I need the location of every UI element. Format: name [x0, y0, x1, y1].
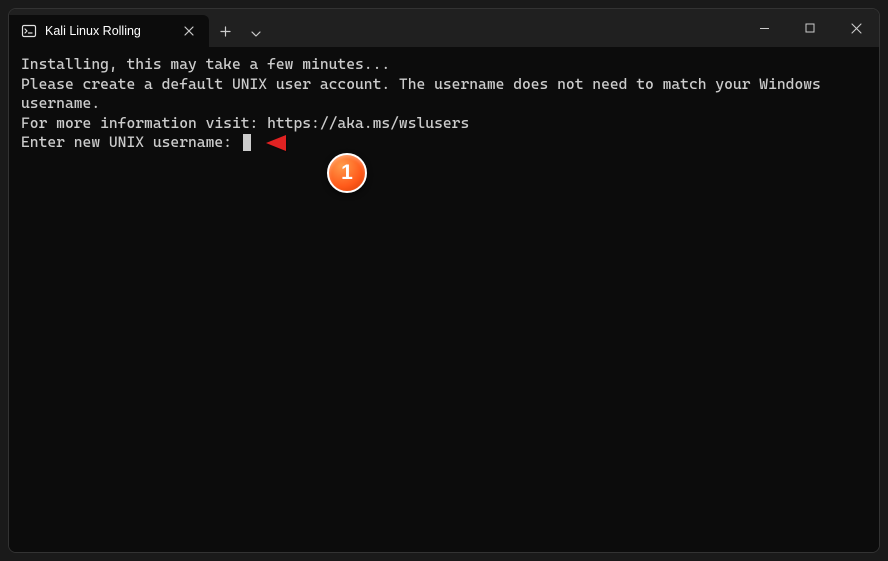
terminal-prompt: Enter new UNIX username:	[21, 133, 867, 153]
window-controls	[741, 9, 879, 47]
titlebar-left: Kali Linux Rolling	[9, 9, 271, 47]
tab-dropdown-button[interactable]	[241, 18, 271, 50]
terminal-window: Kali Linux Rolling	[8, 8, 880, 553]
terminal-content[interactable]: Installing, this may take a few minutes.…	[9, 47, 879, 552]
badge-number: 1	[341, 159, 353, 186]
annotation-badge: 1	[327, 153, 367, 193]
close-window-button[interactable]	[833, 9, 879, 47]
cursor	[243, 134, 251, 151]
tab-kali-linux[interactable]: Kali Linux Rolling	[9, 15, 209, 47]
titlebar: Kali Linux Rolling	[9, 9, 879, 47]
prompt-text: Enter new UNIX username:	[21, 133, 241, 151]
minimize-button[interactable]	[741, 9, 787, 47]
terminal-line: For more information visit: https://aka.…	[21, 114, 867, 134]
close-tab-button[interactable]	[179, 21, 199, 41]
terminal-line: Installing, this may take a few minutes.…	[21, 55, 867, 75]
maximize-button[interactable]	[787, 9, 833, 47]
terminal-line: Please create a default UNIX user accoun…	[21, 75, 867, 114]
new-tab-button[interactable]	[209, 15, 241, 47]
kali-icon	[21, 23, 37, 39]
new-tab-area	[209, 15, 271, 47]
tab-title: Kali Linux Rolling	[45, 24, 171, 38]
